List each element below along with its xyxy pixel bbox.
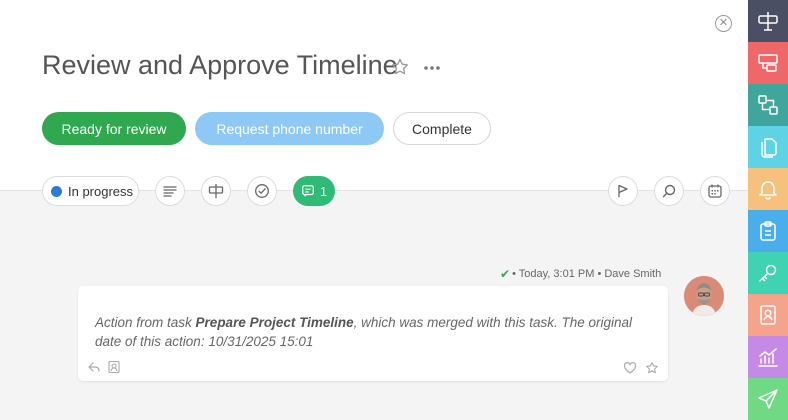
sign-post-icon [758, 12, 778, 31]
search-button[interactable] [654, 176, 684, 206]
star-icon[interactable] [390, 57, 410, 77]
comment-count: 1 [319, 183, 328, 199]
rail-signpost-button[interactable] [748, 0, 788, 42]
flow-icon [758, 95, 778, 115]
comment-meta-text: • Today, 3:01 PM • Dave Smith [512, 268, 662, 280]
send-icon [758, 389, 778, 409]
status-label: In progress [68, 183, 134, 199]
flag-button[interactable] [608, 176, 638, 206]
rail-contacts-button[interactable] [748, 294, 788, 336]
linked-task-name[interactable]: Prepare Project Timeline [196, 315, 354, 330]
page-title: Review and Approve Timeline [42, 50, 398, 80]
window-link-icon [758, 54, 778, 72]
rail-reports-button[interactable] [748, 336, 788, 378]
sign-post-icon [208, 184, 224, 198]
rail-notifications-button[interactable] [748, 168, 788, 210]
rail-documents-button[interactable] [748, 126, 788, 168]
comment-meta: ✔ • Today, 3:01 PM • Dave Smith [500, 267, 661, 281]
bell-icon [759, 181, 777, 200]
flag-icon [618, 184, 628, 197]
close-icon[interactable]: ✕ [715, 15, 732, 32]
description-button[interactable] [155, 176, 185, 206]
rail-window-button[interactable] [748, 42, 788, 84]
status-dot [51, 185, 62, 197]
check-circle-icon [255, 184, 269, 198]
rail-key-button[interactable] [748, 252, 788, 294]
star-icon[interactable] [645, 361, 659, 375]
status-dropdown[interactable]: In progress [42, 176, 139, 206]
right-toolbar [748, 0, 788, 420]
task-header-panel [0, 0, 748, 191]
rail-flow-button[interactable] [748, 84, 788, 126]
calendar-button[interactable] [700, 176, 730, 206]
comment-body: Action from task Prepare Project Timelin… [95, 313, 655, 351]
chart-icon [758, 348, 778, 367]
more-options-icon[interactable] [422, 58, 442, 78]
heart-icon[interactable] [623, 361, 637, 375]
contact-icon [760, 305, 776, 325]
search-icon [662, 184, 676, 198]
reply-icon[interactable] [87, 360, 101, 374]
checklist-button[interactable] [247, 176, 277, 206]
documents-icon [761, 138, 777, 158]
complete-button[interactable]: Complete [393, 112, 491, 145]
clipboard-icon [760, 221, 776, 241]
rail-send-button[interactable] [748, 378, 788, 420]
mention-icon[interactable] [107, 360, 121, 374]
comment-prefix: Action from task [95, 315, 196, 330]
rail-clipboard-button[interactable] [748, 210, 788, 252]
text-lines-icon [163, 186, 177, 197]
calendar-icon [708, 184, 722, 198]
comment-card: Action from task Prepare Project Timelin… [78, 286, 668, 381]
ready-for-review-button[interactable]: Ready for review [42, 112, 186, 145]
key-icon [759, 264, 777, 282]
avatar [684, 276, 724, 316]
comment-icon [302, 185, 314, 197]
signpost-button[interactable] [201, 176, 231, 206]
sent-check-icon: ✔ [500, 267, 511, 281]
request-phone-number-button[interactable]: Request phone number [195, 112, 384, 145]
comments-button[interactable]: 1 [293, 176, 335, 206]
